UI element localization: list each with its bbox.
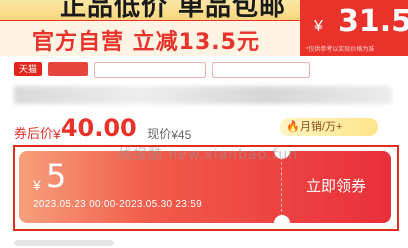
price-row: 券后价¥40.00 现价¥45 [14, 114, 192, 142]
promo-banner: 正品低价 单品包邮 官方自营 立减13.5元 ¥ 31.5 *仅供参考以实际价格… [0, 0, 408, 56]
banner-title-strip: 正品低价 单品包邮 [0, 0, 300, 22]
tag-row: 天猫 [14, 62, 310, 78]
bottom-divider [14, 240, 114, 246]
monthly-sales-text: 月销/万+ [300, 121, 343, 133]
after-coupon-label: 券后价 [14, 126, 54, 141]
coupon-notch [274, 215, 290, 223]
monthly-sales-badge: 🔥 月销/万+ [280, 118, 378, 136]
banner-subtitle-strip: 官方自营 立减13.5元 [0, 21, 300, 56]
coupon-divider [281, 157, 282, 217]
banner-price: 31.5 [338, 4, 408, 39]
banner-currency: ¥ [314, 18, 323, 35]
claim-coupon-button[interactable]: 立即领券 [291, 175, 381, 197]
current-price-label: 现价 [147, 127, 172, 141]
coupon-amount: 5 [46, 157, 67, 195]
current-price-currency: ¥ [171, 128, 178, 142]
banner-note: *仅供参考以实际价格为准 [306, 47, 375, 53]
current-price: 45 [177, 128, 192, 142]
coupon-validity: 2023.05.23 00:00-2023.05.30 23:59 [33, 199, 202, 210]
blurred-tag [48, 62, 88, 76]
banner-title: 正品低价 单品包邮 [60, 0, 287, 22]
after-coupon-price: 40.00 [60, 114, 137, 142]
coupon-currency: ¥ [33, 177, 41, 193]
blurred-tag [94, 62, 206, 78]
blurred-product-title [14, 86, 392, 104]
flame-icon: 🔥 [286, 121, 300, 133]
tmall-tag: 天猫 [14, 62, 42, 76]
watermark: 线报酷 new.xianbao.fun [118, 147, 299, 163]
after-coupon-currency: ¥ [53, 126, 61, 142]
blurred-tag [212, 62, 310, 78]
banner-subtitle: 官方自营 立减13.5元 [32, 30, 260, 55]
